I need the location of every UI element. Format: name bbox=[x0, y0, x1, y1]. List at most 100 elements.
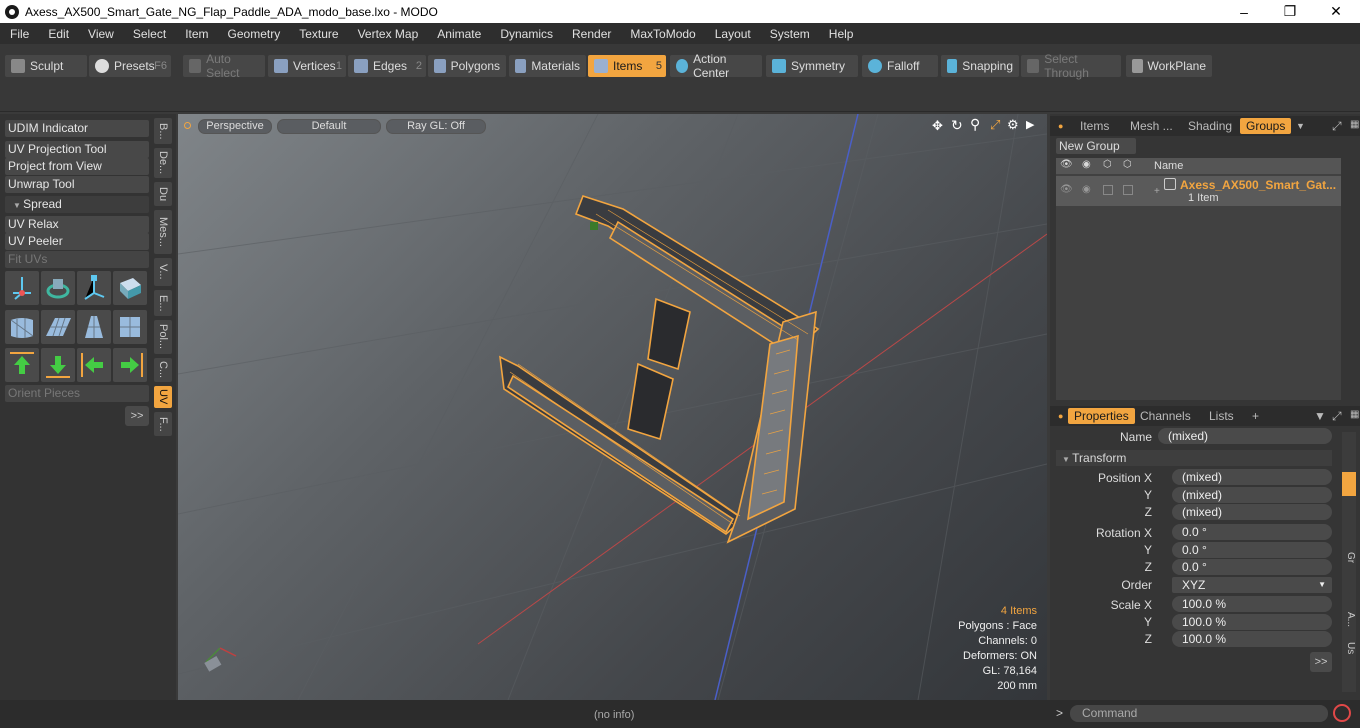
play-icon[interactable]: ▶ bbox=[1026, 118, 1034, 131]
new-group-button[interactable]: New Group bbox=[1056, 138, 1136, 154]
tab-channels[interactable]: Channels bbox=[1140, 409, 1191, 423]
unwrap-tool-button[interactable]: Unwrap Tool bbox=[5, 176, 149, 193]
menu-select[interactable]: Select bbox=[123, 27, 175, 41]
menu-maxtomodo[interactable]: MaxToModo bbox=[620, 27, 704, 41]
side-tab-groups[interactable]: Gr bbox=[1342, 552, 1356, 563]
menu-vertex-map[interactable]: Vertex Map bbox=[348, 27, 428, 41]
menu-edit[interactable]: Edit bbox=[38, 27, 78, 41]
position-y-field[interactable]: (mixed) bbox=[1172, 487, 1332, 503]
gear-icon[interactable]: ⚙ bbox=[1007, 117, 1019, 133]
uv-planar-icon[interactable] bbox=[41, 310, 75, 344]
tab-shading[interactable]: Shading bbox=[1188, 119, 1232, 133]
edges-button[interactable]: Edges 2 bbox=[348, 55, 426, 77]
tab-basic[interactable]: B... bbox=[154, 118, 172, 144]
group-row[interactable]: 👁 ◉ + Axess_AX500_Smart_Gat... 1 Item bbox=[1056, 176, 1341, 206]
rotation-z-field[interactable]: 0.0 ° bbox=[1172, 559, 1332, 575]
align-down-icon[interactable] bbox=[41, 348, 75, 382]
tab-properties[interactable]: Properties bbox=[1068, 408, 1135, 424]
menu-texture[interactable]: Texture bbox=[289, 27, 347, 41]
render-toggle-icon[interactable]: ◉ bbox=[1082, 184, 1091, 195]
scale-y-field[interactable]: 100.0 % bbox=[1172, 614, 1332, 630]
side-tab-active[interactable] bbox=[1342, 472, 1356, 496]
scale-z-field[interactable]: 100.0 % bbox=[1172, 631, 1332, 647]
properties-menu-icon[interactable]: ▦ bbox=[1350, 409, 1359, 420]
tab-polygon[interactable]: Pol... bbox=[154, 320, 172, 354]
uv-grid-icon[interactable] bbox=[77, 310, 111, 344]
menu-file[interactable]: File bbox=[0, 27, 38, 41]
spread-dropdown[interactable]: ▼ Spread bbox=[5, 196, 149, 213]
vertices-button[interactable]: Vertices 1 bbox=[268, 55, 346, 77]
materials-button[interactable]: Materials bbox=[509, 55, 586, 77]
tab-duplicate[interactable]: Du bbox=[154, 182, 172, 206]
select-through-button[interactable]: Select Through bbox=[1021, 52, 1121, 80]
uv-relax-button[interactable]: UV Relax bbox=[5, 216, 149, 233]
name-field[interactable]: (mixed) bbox=[1158, 428, 1332, 444]
fit-uvs-button[interactable]: Fit UVs bbox=[5, 251, 149, 268]
maximize-icon[interactable]: ❐ bbox=[1267, 0, 1313, 23]
tab-uv[interactable]: UV bbox=[154, 386, 172, 408]
expand-tree-icon[interactable]: + bbox=[1154, 186, 1160, 197]
properties-expand-icon[interactable]: ⤢ bbox=[1332, 409, 1342, 424]
properties-more-button[interactable]: >> bbox=[1310, 652, 1332, 672]
shading-dropdown[interactable]: Default bbox=[277, 119, 381, 134]
close-icon[interactable]: ✕ bbox=[1313, 0, 1359, 23]
lock-icon[interactable]: ⬡ bbox=[1103, 159, 1112, 170]
symmetry-button[interactable]: Symmetry bbox=[766, 55, 858, 77]
fit-view-icon[interactable]: ⤢ bbox=[990, 117, 1000, 133]
minimize-icon[interactable]: – bbox=[1221, 0, 1267, 23]
uv-box-icon[interactable] bbox=[113, 310, 147, 344]
workplane-button[interactable]: WorkPlane bbox=[1126, 55, 1212, 77]
action-center-button[interactable]: Action Center bbox=[670, 52, 762, 80]
uv-cylinder-icon[interactable] bbox=[5, 310, 39, 344]
order-dropdown[interactable]: XYZ ▼ bbox=[1172, 577, 1332, 593]
properties-options-icon[interactable]: ● bbox=[1058, 411, 1063, 421]
raygl-toggle[interactable]: Ray GL: Off bbox=[386, 119, 486, 134]
udim-indicator-button[interactable]: UDIM Indicator bbox=[5, 120, 149, 137]
align-right-icon[interactable] bbox=[113, 348, 147, 382]
uv-rotate-icon[interactable] bbox=[41, 271, 75, 305]
uv-transform-icon[interactable] bbox=[113, 271, 147, 305]
align-up-icon[interactable] bbox=[5, 348, 39, 382]
select-checkbox[interactable] bbox=[1123, 185, 1133, 195]
command-input[interactable]: Command bbox=[1070, 705, 1328, 722]
menu-system[interactable]: System bbox=[760, 27, 819, 41]
3d-viewport[interactable]: Perspective Default Ray GL: Off ✥ ↻ ⚲ ⤢ … bbox=[178, 114, 1047, 700]
tab-mesh[interactable]: Mesh ... bbox=[1130, 119, 1173, 133]
side-tab-assembly[interactable]: A... bbox=[1342, 612, 1356, 627]
add-tab-icon[interactable]: + bbox=[1252, 409, 1259, 423]
scale-x-field[interactable]: 100.0 % bbox=[1172, 596, 1332, 612]
tab-items[interactable]: Items bbox=[1080, 119, 1109, 133]
expand-icon[interactable]: ⤢ bbox=[1332, 119, 1342, 134]
orient-pieces-button[interactable]: Orient Pieces bbox=[5, 385, 149, 402]
lock-checkbox[interactable] bbox=[1103, 185, 1113, 195]
menu-dynamics[interactable]: Dynamics bbox=[490, 27, 562, 41]
sculpt-button[interactable]: Sculpt bbox=[5, 55, 87, 77]
group-name[interactable]: Axess_AX500_Smart_Gat... bbox=[1180, 178, 1336, 192]
menu-render[interactable]: Render bbox=[562, 27, 620, 41]
panel-options-icon[interactable]: ● bbox=[1058, 121, 1063, 131]
presets-button[interactable]: Presets F6 bbox=[89, 55, 171, 77]
position-x-field[interactable]: (mixed) bbox=[1172, 469, 1332, 485]
properties-chevron-icon[interactable]: ▼ bbox=[1314, 409, 1326, 423]
menu-help[interactable]: Help bbox=[819, 27, 863, 41]
uv-projection-tool-button[interactable]: UV Projection Tool bbox=[5, 141, 149, 158]
project-from-view-button[interactable]: Project from View bbox=[5, 158, 149, 175]
rotate-view-icon[interactable]: ↻ bbox=[951, 117, 963, 134]
tab-mesh-edit[interactable]: Mes... bbox=[154, 210, 172, 254]
menu-animate[interactable]: Animate bbox=[427, 27, 490, 41]
tab-curve[interactable]: C... bbox=[154, 358, 172, 382]
uv-peeler-button[interactable]: UV Peeler bbox=[5, 233, 149, 250]
tab-deform[interactable]: De... bbox=[154, 148, 172, 178]
items-button[interactable]: Items 5 bbox=[588, 55, 666, 77]
tab-edge[interactable]: E... bbox=[154, 290, 172, 316]
visibility-icon[interactable]: 👁 bbox=[1060, 184, 1073, 195]
eye-icon[interactable]: 👁 bbox=[1060, 159, 1073, 170]
transform-section[interactable]: ▼ Transform bbox=[1056, 450, 1332, 466]
rotation-y-field[interactable]: 0.0 ° bbox=[1172, 542, 1332, 558]
tab-fusion[interactable]: F... bbox=[154, 412, 172, 436]
position-z-field[interactable]: (mixed) bbox=[1172, 504, 1332, 520]
view-type-dropdown[interactable]: Perspective bbox=[198, 119, 272, 134]
side-tab-user[interactable]: Us bbox=[1342, 642, 1356, 654]
menu-item[interactable]: Item bbox=[175, 27, 217, 41]
viewport-options-icon[interactable] bbox=[184, 122, 191, 129]
